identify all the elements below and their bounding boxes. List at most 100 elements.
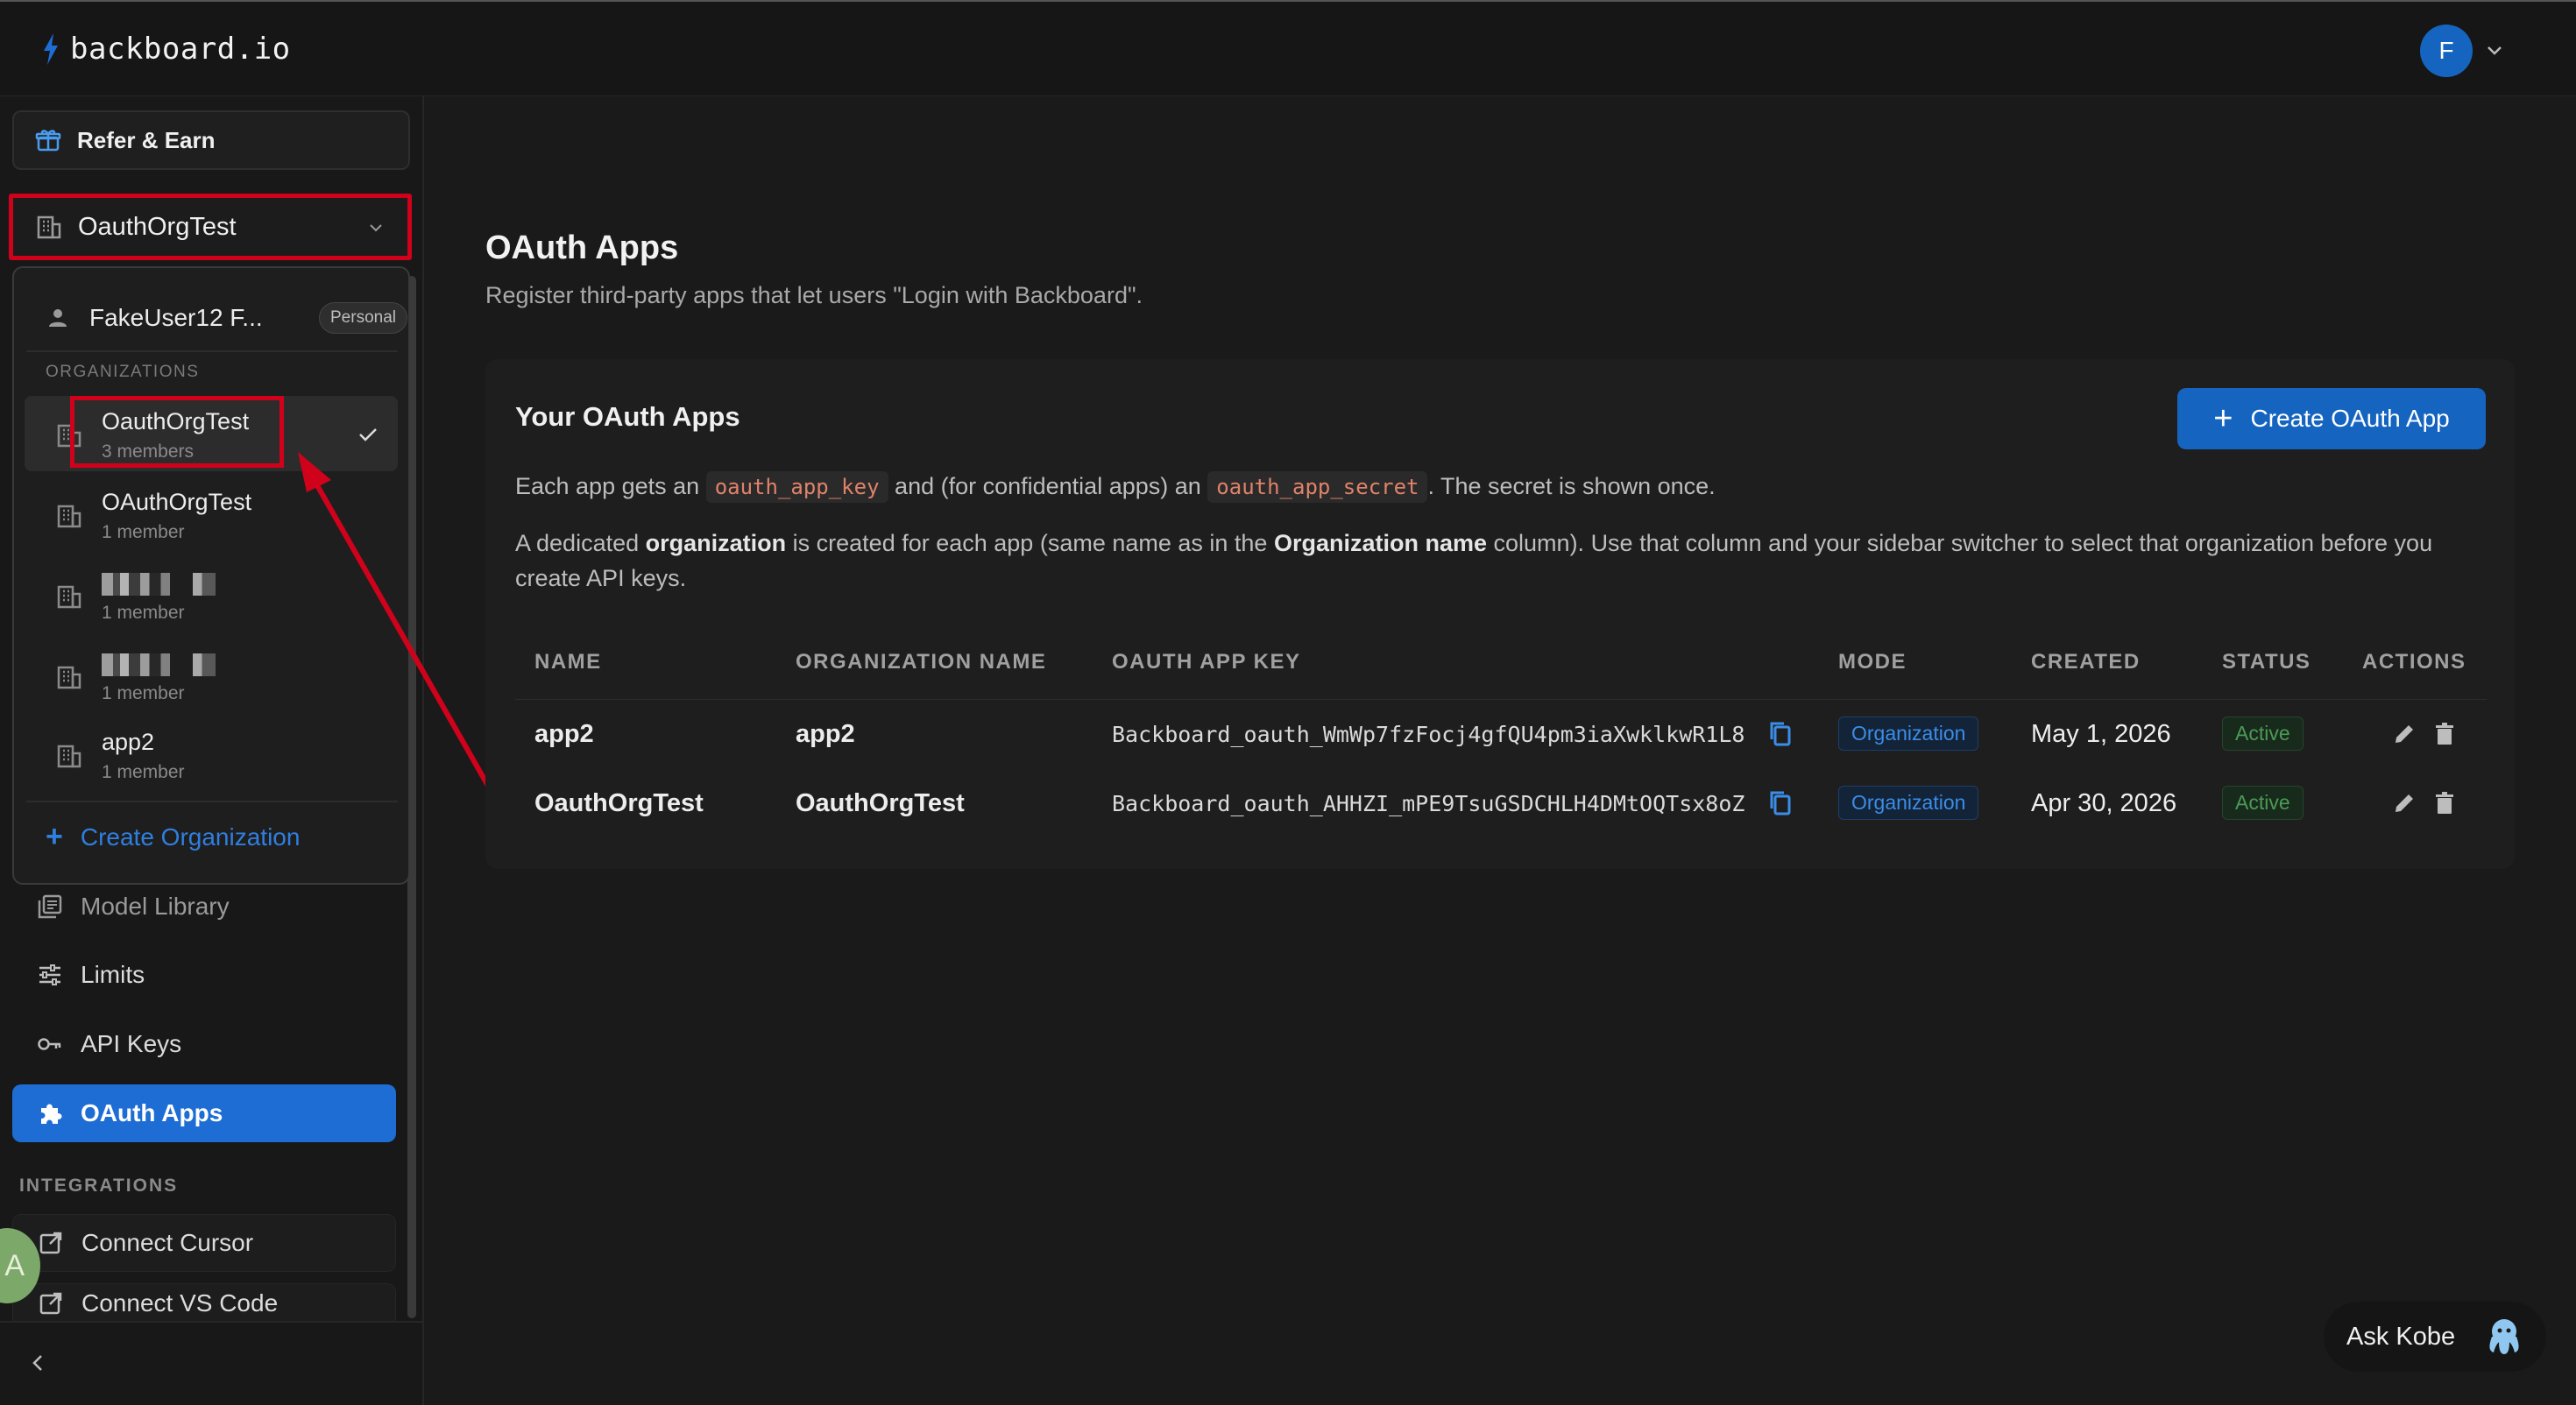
org-member-count: 1 member — [102, 522, 185, 542]
status-badge: Active — [2222, 717, 2304, 751]
sidebar-item-oauth-apps[interactable]: OAuth Apps — [12, 1084, 396, 1142]
sidebar-item-api-keys[interactable]: API Keys — [12, 1015, 396, 1073]
desc-text: and (for confidential apps) an — [895, 473, 1201, 499]
dropdown-personal-account[interactable]: FakeUser12 F... Personal — [46, 296, 407, 340]
org-member-count: 1 member — [102, 603, 185, 623]
desc-code: oauth_app_key — [705, 471, 888, 503]
sidebar-bottom-divider — [0, 1321, 424, 1323]
desc-bold: Organization name — [1273, 530, 1488, 556]
desc-bold: organization — [645, 530, 787, 556]
top-bar: backboard.io F — [0, 0, 2576, 96]
sidebar-item-limits[interactable]: Limits — [12, 946, 396, 1004]
sidebar-item-connect-cursor[interactable]: Connect Cursor — [12, 1214, 396, 1272]
trash-icon[interactable] — [2432, 722, 2457, 746]
integrations-section-label: INTEGRATIONS — [19, 1176, 179, 1196]
app-key-cell: Backboard_oauth_WmWp7fzFocj4gfQU4pm3iaXw… — [1112, 722, 1745, 747]
copy-icon[interactable] — [1767, 789, 1794, 817]
edit-icon[interactable] — [2392, 791, 2417, 815]
table-divider — [515, 699, 2487, 700]
dropdown-org-item[interactable]: app2 1 member — [25, 717, 398, 792]
sliders-icon — [39, 964, 60, 985]
sidebar-item-label: Model Library — [81, 893, 230, 920]
ask-kobe-label: Ask Kobe — [2346, 1322, 2456, 1351]
building-icon — [57, 745, 81, 768]
gift-icon — [35, 130, 61, 152]
copy-icon[interactable] — [1767, 720, 1794, 748]
column-header[interactable]: OAUTH APP KEY — [1112, 650, 1301, 674]
sidebar-item-label: Limits — [81, 961, 145, 988]
created-cell: May 1, 2026 — [2031, 720, 2171, 748]
create-organization-button[interactable]: + Create Organization — [46, 820, 300, 854]
card-title: Your OAuth Apps — [515, 401, 740, 432]
building-icon — [37, 215, 61, 239]
desc-text: . The secret is shown once. — [1427, 473, 1716, 499]
org-member-count: 1 member — [102, 683, 185, 703]
org-switcher[interactable]: OauthOrgTest — [9, 194, 412, 260]
dropdown-org-item[interactable]: 1 member — [25, 638, 398, 713]
created-cell: Apr 30, 2026 — [2031, 789, 2177, 817]
column-header[interactable]: STATUS — [2222, 650, 2311, 674]
trash-icon[interactable] — [2432, 791, 2457, 815]
sidebar-item-label: Connect Cursor — [81, 1229, 254, 1256]
org-name: OAuthOrgTest — [102, 489, 252, 515]
personal-badge: Personal — [319, 302, 407, 334]
user-avatar[interactable]: F — [2420, 25, 2473, 77]
app-name-cell: OauthOrgTest — [534, 789, 704, 817]
logo-text: backboard.io — [70, 32, 291, 67]
mode-badge: Organization — [1838, 717, 1979, 751]
redacted-org-name — [102, 573, 216, 596]
desc-text: is created for each app (same name as in… — [792, 530, 1268, 556]
column-header[interactable]: MODE — [1838, 650, 1907, 674]
current-org-label: OauthOrgTest — [78, 212, 237, 241]
sidebar-item-connect-vscode[interactable]: Connect VS Code — [12, 1283, 396, 1322]
app-key-cell: Backboard_oauth_AHHZI_mPE9TsuGSDCHLH4DMt… — [1112, 791, 1745, 816]
octopus-icon — [2489, 1319, 2519, 1354]
library-icon — [38, 894, 62, 919]
logo[interactable]: backboard.io — [40, 32, 291, 67]
chevron-left-icon[interactable] — [28, 1352, 49, 1373]
status-badge: Active — [2222, 786, 2304, 820]
mode-badge: Organization — [1838, 786, 1979, 820]
annotation-highlight-box — [70, 396, 284, 468]
sidebar-item-label: API Keys — [81, 1030, 182, 1057]
org-member-count: 1 member — [102, 762, 185, 782]
external-link-icon — [39, 1232, 62, 1254]
create-oauth-app-label: Create OAuth App — [2250, 405, 2450, 432]
dropdown-divider — [26, 801, 398, 802]
card-description-keys: Each app gets an oauth_app_key and (for … — [515, 471, 1716, 503]
create-oauth-app-button[interactable]: + Create OAuth App — [2177, 388, 2486, 449]
dropdown-org-item[interactable]: OAuthOrgTest 1 member — [25, 477, 398, 552]
refer-earn-label: Refer & Earn — [77, 126, 216, 153]
dropdown-divider — [26, 350, 398, 352]
column-header[interactable]: CREATED — [2031, 650, 2141, 674]
user-icon — [49, 309, 67, 327]
column-header[interactable]: ORGANIZATION NAME — [796, 650, 1046, 674]
org-name: app2 — [102, 729, 155, 755]
sidebar-item-label: Connect VS Code — [81, 1289, 279, 1317]
chevron-down-icon[interactable] — [2485, 40, 2504, 60]
sidebar-item-model-library[interactable]: Model Library — [12, 878, 396, 935]
check-icon — [359, 428, 377, 441]
plus-icon: + — [46, 820, 63, 853]
edit-icon[interactable] — [2392, 722, 2417, 746]
page-subtitle: Register third-party apps that let users… — [485, 282, 1143, 308]
org-dropdown-menu: FakeUser12 F... Personal ORGANIZATIONS O… — [12, 266, 410, 885]
column-header[interactable]: ACTIONS — [2362, 650, 2466, 674]
org-name-cell: app2 — [796, 720, 855, 748]
puzzle-icon — [41, 1104, 62, 1124]
desc-text: Each app gets an — [515, 473, 700, 499]
bolt-icon — [44, 33, 58, 65]
app-name-cell: app2 — [534, 720, 594, 748]
plus-icon: + — [2213, 399, 2233, 437]
ask-kobe-button[interactable]: Ask Kobe — [2324, 1302, 2546, 1372]
column-header[interactable]: NAME — [534, 650, 602, 674]
organizations-section-label: ORGANIZATIONS — [46, 363, 200, 381]
building-icon — [57, 585, 81, 609]
building-icon — [57, 505, 81, 528]
page-title: OAuth Apps — [485, 229, 679, 266]
refer-earn-button[interactable]: Refer & Earn — [12, 110, 410, 170]
card-description-organization: A dedicated organization is created for … — [515, 526, 2487, 596]
sidebar-item-label: OAuth Apps — [81, 1099, 223, 1126]
personal-account-name: FakeUser12 F... — [89, 304, 263, 331]
dropdown-org-item[interactable]: 1 member — [25, 557, 398, 632]
